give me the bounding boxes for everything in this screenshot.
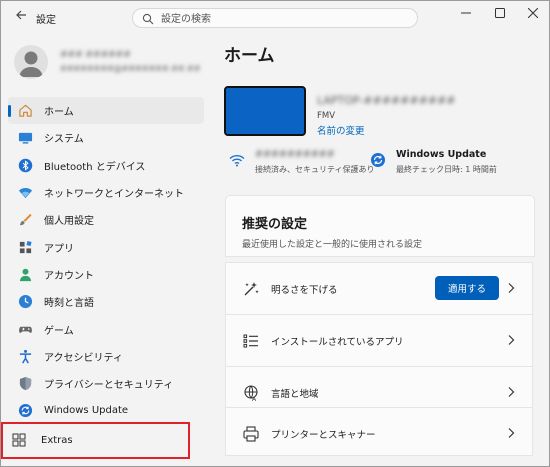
sidebar-nav: ホーム システム Bluetooth とデバイス ネットワークとインターネット … [8,97,204,425]
network-name: ########## [255,149,335,160]
apps-icon [17,239,33,255]
title-bar: 設定 [1,1,549,35]
minimize-icon [461,12,471,14]
sidebar-item-gaming[interactable]: ゲーム [8,315,204,342]
extras-grid-icon [11,432,27,448]
selected-indicator [8,105,11,117]
sidebar-item-accounts[interactable]: アカウント [8,261,204,288]
user-name: ### ###### [60,50,131,60]
update-subtitle: 最終チェック日時: 1 時間前 [396,165,497,174]
recommended-item-label: プリンターとスキャナー [271,430,376,441]
sidebar-item-time-language[interactable]: 時刻と言語 [8,288,204,315]
sidebar-item-home[interactable]: ホーム [8,97,204,125]
sidebar-item-apps[interactable]: アプリ [8,233,204,260]
close-button[interactable] [516,1,549,25]
sidebar-item-personalization[interactable]: 個人用設定 [8,206,204,233]
installed-apps-list-icon [243,334,258,348]
accounts-icon [17,266,33,282]
sidebar-item-extras[interactable]: Extras [8,426,188,454]
update-title: Windows Update [396,149,487,160]
search-box[interactable] [132,8,418,28]
sidebar-item-label: ネットワークとインターネット [44,189,184,201]
network-status[interactable]: ########## 接続済み、セキュリティ保護あり [229,149,375,179]
user-profile[interactable]: ### ###### ########@#######.##.## [14,45,204,81]
sidebar-item-label: ゲーム [44,325,74,337]
privacy-shield-icon [17,376,33,392]
sidebar-item-bluetooth[interactable]: Bluetooth とデバイス [8,152,204,179]
sidebar-item-label: 個人用設定 [44,216,94,228]
device-image [224,86,306,136]
rename-link[interactable]: 名前の変更 [317,123,365,137]
time-language-icon [17,294,33,310]
user-email: ########@#######.##.## [60,64,201,73]
personalization-icon [17,212,33,228]
sidebar-item-privacy[interactable]: プライバシーとセキュリティ [8,370,204,397]
settings-window: 設定 ### ###### ########@#######.##.## ホーム [0,0,550,467]
recommended-item-label: 言語と地域 [271,389,319,400]
search-input[interactable] [159,11,413,27]
bluetooth-icon [17,157,33,173]
recommended-item-brightness[interactable]: 明るさを下げる 適用する [225,262,533,315]
recommended-title: 推奨の設定 [242,217,308,232]
device-name: LAPTOP-########## [317,94,456,107]
printer-icon [243,426,259,442]
back-arrow-icon [16,10,26,20]
window-title: 設定 [36,15,56,26]
sidebar-item-label: アカウント [44,270,94,282]
svg-text:A: A [252,396,257,402]
apply-button[interactable]: 適用する [435,276,499,300]
recommended-subtitle: 最近使用した設定と一般的に使用される設定 [242,240,423,250]
chevron-right-icon [508,428,515,438]
sidebar-item-label: アクセシビリティ [44,352,123,364]
sidebar-item-label: ホーム [44,107,74,119]
sidebar-item-network[interactable]: ネットワークとインターネット [8,179,204,206]
update-icon [371,153,385,167]
sidebar-item-system[interactable]: システム [8,124,204,151]
device-model: FMV [317,111,336,121]
sidebar-item-label: 時刻と言語 [44,298,94,310]
recommended-item-label: インストールされているアプリ [271,337,404,348]
sidebar-item-label: プライバシーとセキュリティ [44,380,174,392]
page-title: ホーム [224,46,275,66]
recommended-item-installed-apps[interactable]: インストールされているアプリ [225,314,533,367]
sidebar-item-label: Extras [41,434,73,446]
sidebar-item-label: システム [44,134,84,146]
user-avatar-icon [19,51,43,77]
brightness-sparkle-icon [244,282,259,296]
avatar [14,45,48,79]
minimize-button[interactable] [449,1,483,25]
sidebar-item-label: アプリ [44,243,74,255]
sidebar-item-label: Bluetooth とデバイス [44,161,146,173]
back-button[interactable] [13,9,29,25]
chevron-right-icon [508,387,515,397]
windows-update-icon [17,403,33,419]
language-region-icon: A [244,385,258,402]
accessibility-icon [17,348,33,364]
maximize-icon [495,8,505,18]
chevron-right-icon [508,283,515,293]
chevron-right-icon [508,335,515,345]
home-icon [17,103,33,119]
system-icon [17,130,33,146]
wifi-icon [229,154,245,167]
sidebar-item-label: Windows Update [44,405,129,417]
network-status-text: 接続済み、セキュリティ保護あり [255,165,375,174]
search-icon [142,13,154,25]
close-icon [528,8,538,18]
recommended-item-label: 明るさを下げる [271,285,338,296]
gaming-icon [17,321,33,337]
sidebar-item-accessibility[interactable]: アクセシビリティ [8,343,204,370]
recommended-settings-card: 推奨の設定 最近使用した設定と一般的に使用される設定 [225,195,535,257]
recommended-item-printers[interactable]: プリンターとスキャナー [225,407,533,456]
sidebar-item-windows-update[interactable]: Windows Update [8,397,204,424]
maximize-button[interactable] [483,1,517,25]
update-status[interactable]: Windows Update 最終チェック日時: 1 時間前 [370,149,530,179]
network-icon [17,185,33,201]
